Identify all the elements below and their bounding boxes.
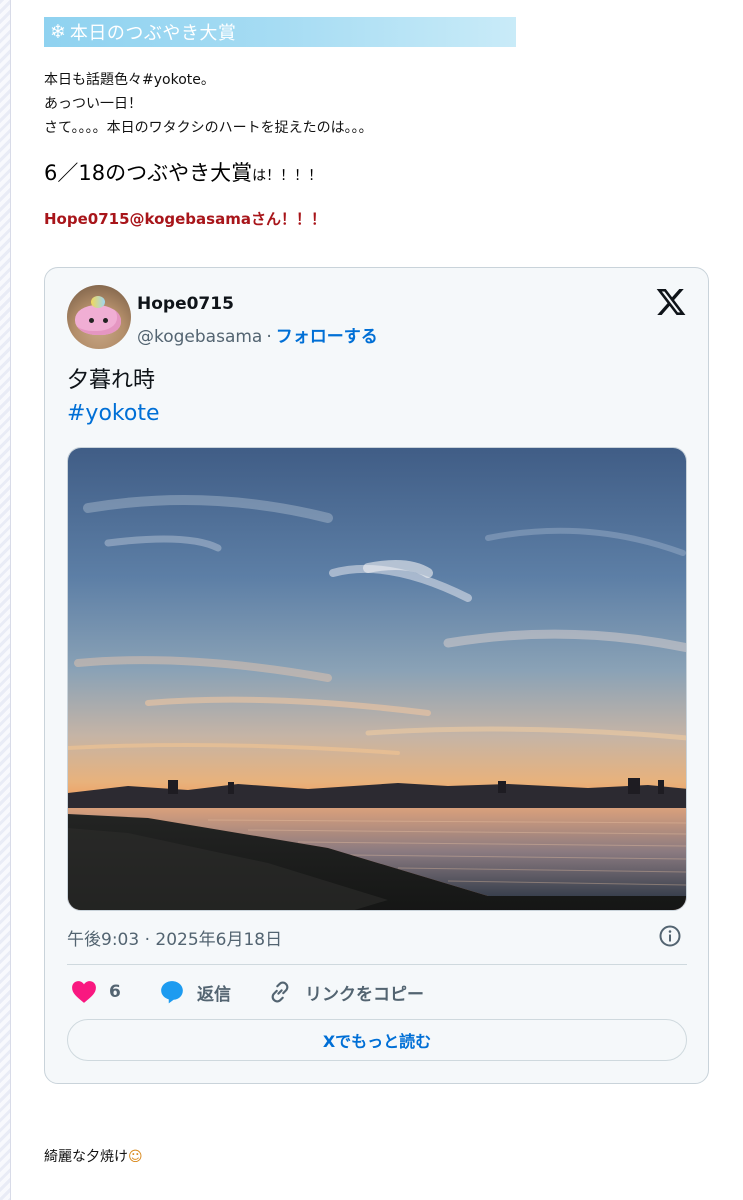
intro-line: あっつい一日！ — [44, 96, 142, 112]
reply-button[interactable]: 返信 — [159, 978, 231, 1006]
avatar-eye — [89, 318, 94, 323]
copy-link-label: リンクをコピー — [305, 984, 424, 1005]
intro-line: さて。。。。本日のワタクシのハートを捉えたのは。。。 — [44, 120, 373, 136]
avatar-plush-shape — [75, 305, 121, 335]
speech-bubble-icon — [161, 981, 183, 1004]
award-title: 6／18のつぶやき大賞 — [44, 161, 253, 185]
award-suffix: は！！！！ — [252, 168, 323, 184]
snowflake-icon: ❄ — [50, 20, 66, 43]
reply-label: 返信 — [197, 984, 231, 1005]
avatar[interactable] — [67, 285, 131, 349]
award-announcement: 6／18のつぶやき大賞は！！！！ — [44, 157, 322, 187]
page-left-border — [0, 0, 11, 1200]
like-button[interactable]: 6 — [71, 978, 121, 1006]
copy-link-button[interactable]: リンクをコピー — [267, 978, 424, 1006]
intro-paragraph: 本日も話題色々#yokote。 あっつい一日！ さて。。。。本日のワタクシのハー… — [44, 68, 373, 140]
read-more-on-x-button[interactable]: Xでもっと読む — [67, 1019, 687, 1061]
section-heading-text: 本日のつぶやき大賞 — [69, 23, 237, 44]
tweet-actions: 6 返信 リンクをコピー — [67, 978, 687, 1006]
intro-line: 本日も話題色々#yokote。 — [44, 72, 215, 88]
smiling-face-emoji-icon: ☺ — [128, 1149, 143, 1165]
section-heading: ❄ 本日のつぶやき大賞 — [44, 17, 516, 47]
info-icon[interactable] — [658, 924, 682, 948]
handle-separator: · — [266, 327, 272, 347]
tweet-photo[interactable] — [67, 447, 687, 911]
tweet-text: 夕暮れ時 — [67, 368, 156, 393]
embedded-tweet-card: Hope0715 @kogebasama · フォローする 夕暮れ時 #yokote — [44, 267, 709, 1084]
tweet-handle-row: @kogebasama · フォローする — [137, 322, 378, 347]
winner-name: Hope0715@kogebasamaさん！！！ — [44, 210, 326, 228]
tweet-timestamp[interactable]: 午後9:03 · 2025年6月18日 — [67, 925, 282, 950]
like-count: 6 — [109, 982, 121, 1002]
tweet-display-name[interactable]: Hope0715 — [137, 294, 234, 314]
caption-text: 綺麗な夕焼け — [44, 1149, 128, 1165]
tweet-handle[interactable]: @kogebasama — [137, 327, 262, 347]
avatar-eye — [103, 318, 108, 323]
x-logo-icon[interactable] — [655, 286, 687, 318]
tweet-divider — [67, 964, 687, 965]
heart-icon — [72, 981, 96, 1003]
tweet-hashtag-link[interactable]: #yokote — [67, 397, 160, 430]
link-icon — [271, 981, 289, 1003]
sunset-photo-image — [68, 448, 686, 910]
avatar-horn-shape — [91, 296, 105, 308]
post-caption: 綺麗な夕焼け☺ — [44, 1146, 143, 1166]
tweet-body: 夕暮れ時 #yokote — [67, 364, 160, 430]
follow-button[interactable]: フォローする — [276, 327, 378, 347]
